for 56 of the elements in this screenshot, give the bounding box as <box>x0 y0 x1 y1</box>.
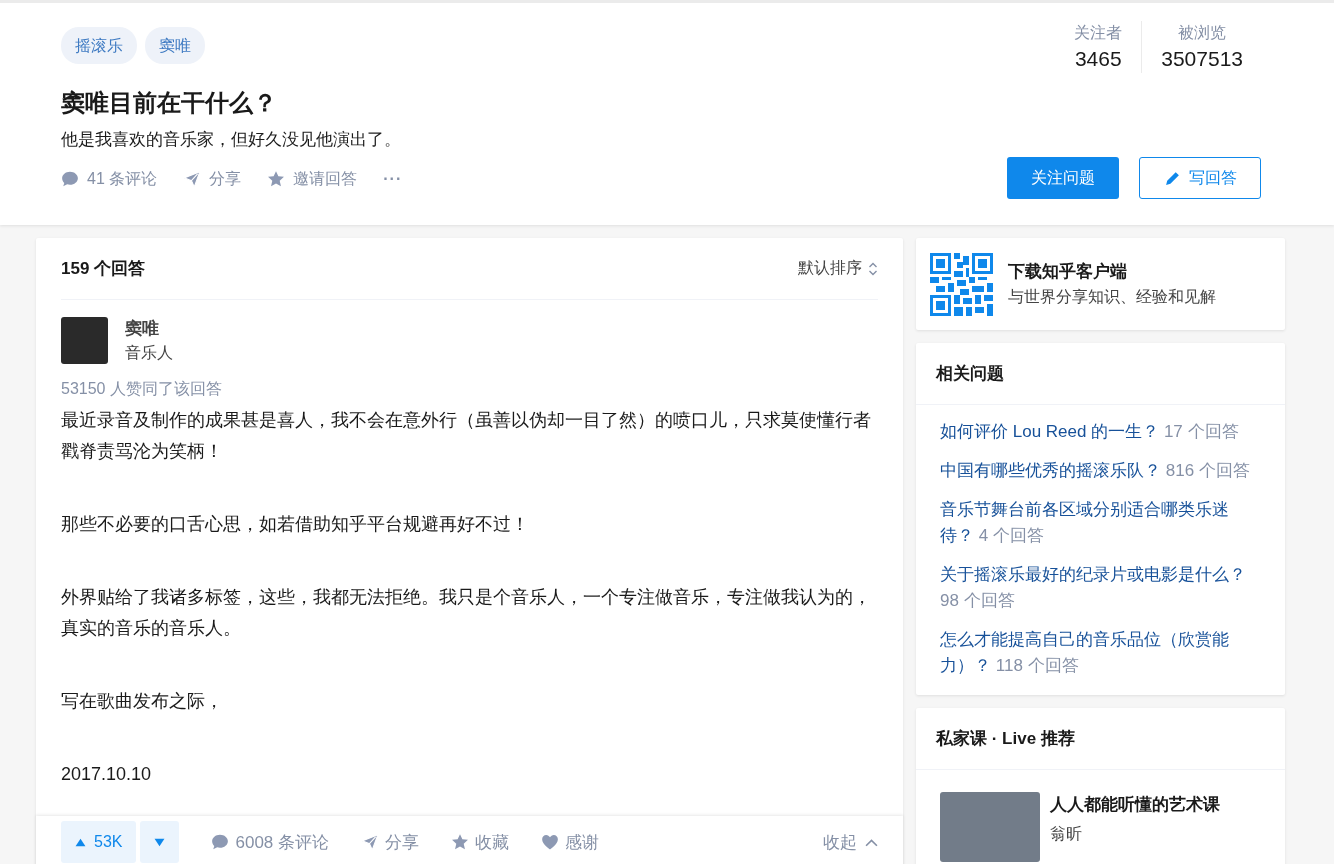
star-icon <box>267 170 286 188</box>
more-button[interactable]: ··· <box>383 165 403 193</box>
answer-action-button[interactable]: 收藏 <box>451 830 509 854</box>
topic-tag[interactable]: 窦唯 <box>145 27 205 64</box>
app-download-title: 下载知乎客户端 <box>1008 261 1128 283</box>
qr-code-icon <box>930 252 993 316</box>
answer-paragraph: 写在歌曲发布之际， <box>61 690 224 713</box>
course-teacher: 翁昕 <box>1050 824 1083 844</box>
stat-value: 3465 <box>1074 46 1122 72</box>
question-title: 窦唯目前在干什么？ <box>61 88 278 118</box>
related-question-link[interactable]: 中国有哪些优秀的摇滚乐队？ 816 个回答 <box>940 458 1261 484</box>
question-action-button[interactable]: 邀请回答 <box>267 165 358 193</box>
stat-label: 关注者 <box>1074 23 1123 43</box>
answer-paragraph: 2017.10.10 <box>61 763 153 786</box>
stat-value: 3507513 <box>1161 46 1243 72</box>
live-section-title: 私家课 · Live 推荐 <box>916 708 1285 770</box>
heart-icon <box>541 833 559 851</box>
answer-paragraph: 最近录音及制作的成果甚是喜人，我不会在意外行（虽善以伪却一目了然）的喷口儿，只求莫使懂行者戳脊责骂沦为笑柄！ <box>61 409 872 463</box>
pencil-icon <box>1163 169 1181 187</box>
follow-question-button[interactable]: 关注问题 <box>1007 157 1119 199</box>
speech-bubble-icon <box>61 170 79 188</box>
sort-arrows-icon <box>868 260 878 277</box>
answer-action-button[interactable]: 感谢 <box>541 830 599 854</box>
stat-label: 被浏览 <box>1178 23 1227 43</box>
question-detail: 他是我喜欢的音乐家，但好久没见他演出了。 <box>61 129 402 151</box>
answer-action-button[interactable]: 6008 条评论 <box>211 830 329 854</box>
collapse-button[interactable]: 收起 <box>823 830 878 854</box>
related-questions-title: 相关问题 <box>916 343 1285 405</box>
question-action-button[interactable]: 分享 <box>183 165 242 193</box>
downvote-button[interactable] <box>140 821 180 863</box>
sort-dropdown[interactable]: 默认排序 <box>798 258 878 279</box>
speech-bubble-icon <box>211 833 230 851</box>
down-triangle-icon <box>154 836 166 848</box>
paper-plane-icon <box>361 833 379 851</box>
topic-tag[interactable]: 摇滚乐 <box>61 27 137 64</box>
author-headline: 音乐人 <box>125 343 173 363</box>
up-triangle-icon <box>75 836 86 848</box>
answer-paragraph: 那些不必要的口舌心思，如若借助知乎平台规避再好不过！ <box>61 513 530 536</box>
answer-count: 159 个回答 <box>61 258 146 280</box>
related-question-link[interactable]: 关于摇滚乐最好的纪录片或电影是什么？ 98 个回答 <box>940 562 1261 614</box>
app-download-subtitle: 与世界分享知识、经验和见解 <box>1008 287 1216 307</box>
upvote-button[interactable]: 53K <box>61 821 137 863</box>
star-icon <box>451 833 469 851</box>
vote-count-text: 53150 人赞同了该回答 <box>61 379 223 399</box>
related-question-link[interactable]: 怎么才能提高自己的音乐品位（欣赏能力）？ 118 个回答 <box>940 627 1261 679</box>
related-question-link[interactable]: 音乐节舞台前各区域分别适合哪类乐迷待？ 4 个回答 <box>940 497 1261 549</box>
question-action-button[interactable]: 41 条评论 <box>61 165 158 193</box>
answer-action-button[interactable]: 分享 <box>361 830 419 854</box>
author-name[interactable]: 窦唯 <box>125 317 173 341</box>
paper-plane-icon <box>183 170 202 188</box>
write-answer-button[interactable]: 写回答 <box>1139 157 1261 199</box>
chevron-up-icon <box>865 837 878 847</box>
related-question-link[interactable]: 如何评价 Lou Reed 的一生？ 17 个回答 <box>940 419 1261 445</box>
answer-paragraph: 外界贴给了我诸多标签，这些，我都无法拒绝。我只是个音乐人，一个专注做音乐，专注做我认为的，真实的音乐的音乐人。 <box>61 586 872 640</box>
course-title[interactable]: 人人都能听懂的艺术课 <box>1050 792 1220 818</box>
avatar-placeholder <box>61 317 108 364</box>
